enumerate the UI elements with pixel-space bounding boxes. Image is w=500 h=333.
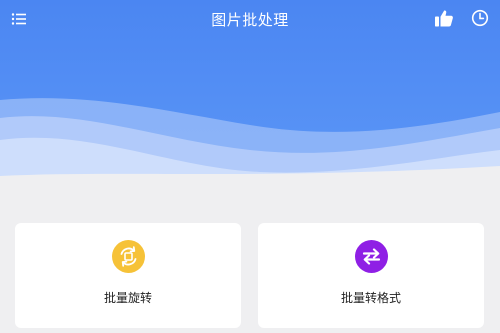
top-bar: 图片批处理 xyxy=(0,0,500,40)
rotate-icon xyxy=(120,246,137,267)
batch-rotate-card[interactable]: 批量旋转 xyxy=(15,223,241,328)
header-banner: 图片批处理 xyxy=(0,0,500,180)
swap-icon-circle xyxy=(355,240,388,273)
clock-icon[interactable] xyxy=(471,9,489,27)
thumbs-up-icon[interactable] xyxy=(434,8,454,28)
swap-arrows-icon xyxy=(362,248,381,265)
page-title: 图片批处理 xyxy=(211,11,289,29)
batch-rotate-label: 批量旋转 xyxy=(103,291,152,305)
batch-convert-format-label: 批量转格式 xyxy=(340,291,401,305)
rotate-icon-circle xyxy=(112,240,145,273)
batch-convert-format-card[interactable]: 批量转格式 xyxy=(258,223,484,328)
